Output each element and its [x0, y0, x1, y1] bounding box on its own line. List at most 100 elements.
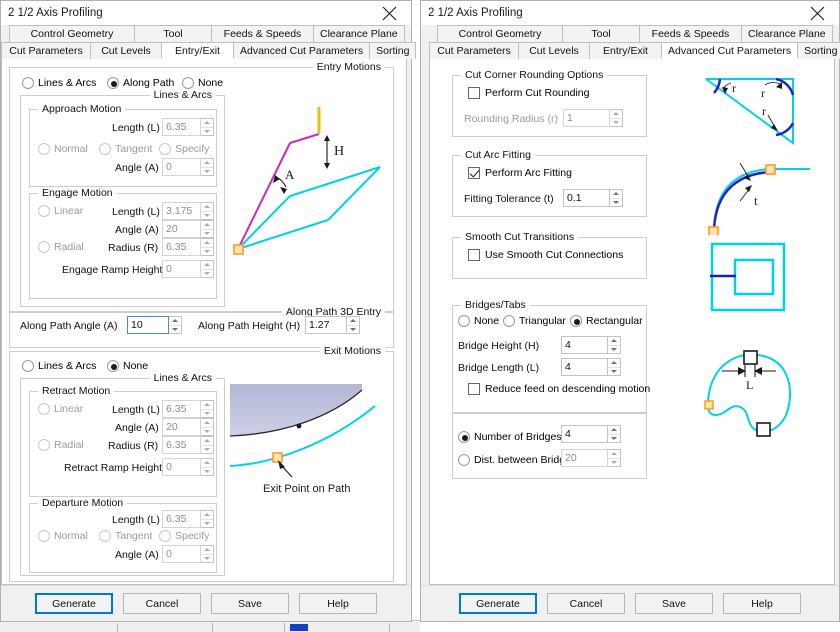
number-of-bridges-spinner[interactable]	[608, 425, 621, 443]
tab-control-geometry[interactable]: Control Geometry	[437, 25, 563, 42]
radio-indicator	[22, 360, 34, 372]
along-path-angle-field[interactable]	[127, 316, 182, 334]
bridge-length-field[interactable]	[561, 358, 621, 376]
bridge-shape-triangular-radio[interactable]: Triangular	[503, 315, 566, 327]
tab-clearance-plane[interactable]: Clearance Plane	[741, 25, 833, 42]
entry-mode-along-path[interactable]: Along Path	[107, 77, 174, 89]
along-path-angle-spinner[interactable]	[169, 316, 182, 334]
dist-between-bridges-spinner[interactable]	[608, 449, 621, 467]
help-button[interactable]: Help	[299, 593, 377, 614]
entry-motion-preview: H A	[230, 99, 390, 304]
retract-angle-input	[162, 418, 201, 436]
retract-angle-field[interactable]	[162, 418, 214, 436]
retract-length-field[interactable]	[162, 400, 214, 418]
bridge-shape-none-radio[interactable]: None	[458, 315, 499, 327]
tab-cut-parameters[interactable]: Cut Parameters	[1, 42, 91, 59]
tab-cut-levels[interactable]: Cut Levels	[90, 42, 162, 59]
generate-button[interactable]: Generate	[35, 593, 113, 614]
tab-entry-exit[interactable]: Entry/Exit	[161, 42, 234, 59]
engage-angle-field[interactable]	[162, 220, 214, 238]
use-smooth-cut-connections-checkbox[interactable]: Use Smooth Cut Connections	[468, 249, 623, 261]
departure-length-field[interactable]	[162, 510, 214, 528]
tab-feeds-speeds[interactable]: Feeds & Speeds	[639, 25, 742, 42]
departure-tangent-radio[interactable]: Tangent	[99, 530, 152, 542]
departure-normal-radio[interactable]: Normal	[38, 530, 88, 542]
engage-ramp-height-spinner[interactable]	[201, 260, 214, 278]
close-icon[interactable]	[367, 1, 411, 25]
departure-specify-radio[interactable]: Specify	[159, 530, 209, 542]
approach-normal-radio[interactable]: Normal	[38, 143, 88, 155]
engage-radius-spinner[interactable]	[201, 238, 214, 256]
engage-radial-radio[interactable]: Radial	[38, 241, 84, 253]
tab-clearance-plane[interactable]: Clearance Plane	[313, 25, 405, 42]
retract-length-spinner[interactable]	[201, 400, 214, 418]
tab-tool[interactable]: Tool	[562, 25, 640, 42]
retract-ramp-height-field[interactable]	[162, 458, 214, 476]
perform-arc-fitting-checkbox[interactable]: Perform Arc Fitting	[468, 167, 572, 179]
retract-radial-radio[interactable]: Radial	[38, 439, 84, 451]
tab-feeds-speeds[interactable]: Feeds & Speeds	[211, 25, 314, 42]
bg-cell	[213, 623, 285, 632]
approach-specify-radio[interactable]: Specify	[159, 143, 209, 155]
along-path-height-field[interactable]	[305, 316, 360, 334]
bg-cell	[118, 623, 213, 632]
tab-sorting[interactable]: Sorting	[797, 42, 840, 59]
cancel-button[interactable]: Cancel	[123, 593, 201, 614]
engage-ramp-height-field[interactable]	[162, 260, 214, 278]
tab-cut-parameters[interactable]: Cut Parameters	[429, 42, 519, 59]
entry-mode-lines-arcs[interactable]: Lines & Arcs	[22, 77, 96, 89]
close-icon[interactable]	[795, 1, 839, 25]
retract-angle-spinner[interactable]	[201, 418, 214, 436]
engage-length-field[interactable]	[162, 202, 214, 220]
tab-control-geometry[interactable]: Control Geometry	[9, 25, 135, 42]
approach-tangent-radio[interactable]: Tangent	[99, 143, 152, 155]
generate-button[interactable]: Generate	[459, 593, 537, 614]
tab-advanced-cut-parameters[interactable]: Advanced Cut Parameters	[661, 42, 799, 59]
tab-sorting[interactable]: Sorting	[369, 42, 417, 59]
engage-length-spinner[interactable]	[201, 202, 214, 220]
tab-entry-exit[interactable]: Entry/Exit	[589, 42, 662, 59]
cancel-button[interactable]: Cancel	[547, 593, 625, 614]
bridge-length-spinner[interactable]	[608, 358, 621, 376]
approach-angle-spinner[interactable]	[201, 158, 214, 176]
save-button[interactable]: Save	[635, 593, 713, 614]
bridge-height-spinner[interactable]	[608, 336, 621, 354]
approach-length-spinner[interactable]	[201, 118, 214, 136]
along-path-height-spinner[interactable]	[347, 316, 360, 334]
retract-linear-radio[interactable]: Linear	[38, 403, 83, 415]
departure-length-spinner[interactable]	[201, 510, 214, 528]
fitting-tolerance-field[interactable]	[563, 189, 623, 207]
dist-between-bridges-radio[interactable]: Dist. between Bridges	[458, 454, 576, 466]
help-button[interactable]: Help	[723, 593, 801, 614]
engage-angle-spinner[interactable]	[201, 220, 214, 238]
rounding-radius-field[interactable]	[563, 109, 623, 127]
exit-mode-lines-arcs[interactable]: Lines & Arcs	[22, 360, 96, 372]
approach-angle-field[interactable]	[162, 158, 214, 176]
tab-cut-levels[interactable]: Cut Levels	[518, 42, 590, 59]
retract-motion-label: Retract Motion	[38, 385, 115, 397]
approach-length-field[interactable]	[162, 118, 214, 136]
retract-radius-spinner[interactable]	[201, 436, 214, 454]
engage-radius-field[interactable]	[162, 238, 214, 256]
number-of-bridges-radio[interactable]: Number of Bridges	[458, 431, 562, 443]
reduce-feed-descending-checkbox[interactable]: Reduce feed on descending motion	[468, 383, 650, 395]
bridge-height-field[interactable]	[561, 336, 621, 354]
departure-angle-field[interactable]	[162, 545, 214, 563]
entry-mode-none[interactable]: None	[182, 77, 223, 89]
retract-ramp-height-spinner[interactable]	[201, 458, 214, 476]
dist-between-bridges-field[interactable]	[561, 449, 621, 467]
exit-mode-none[interactable]: None	[107, 360, 148, 372]
radio-label: Lines & Arcs	[38, 77, 97, 89]
save-button[interactable]: Save	[211, 593, 289, 614]
left-tabrow-1: Control Geometry Tool Feeds & Speeds Cle…	[1, 25, 411, 42]
departure-angle-spinner[interactable]	[201, 545, 214, 563]
retract-radius-field[interactable]	[162, 436, 214, 454]
tab-advanced-cut-parameters[interactable]: Advanced Cut Parameters	[233, 42, 371, 59]
perform-cut-rounding-checkbox[interactable]: Perform Cut Rounding	[468, 87, 589, 99]
engage-linear-radio[interactable]: Linear	[38, 205, 83, 217]
tab-tool[interactable]: Tool	[134, 25, 212, 42]
rounding-radius-spinner[interactable]	[610, 109, 623, 127]
fitting-tolerance-spinner[interactable]	[610, 189, 623, 207]
number-of-bridges-field[interactable]	[561, 425, 621, 443]
bridge-shape-rectangular-radio[interactable]: Rectangular	[570, 315, 643, 327]
